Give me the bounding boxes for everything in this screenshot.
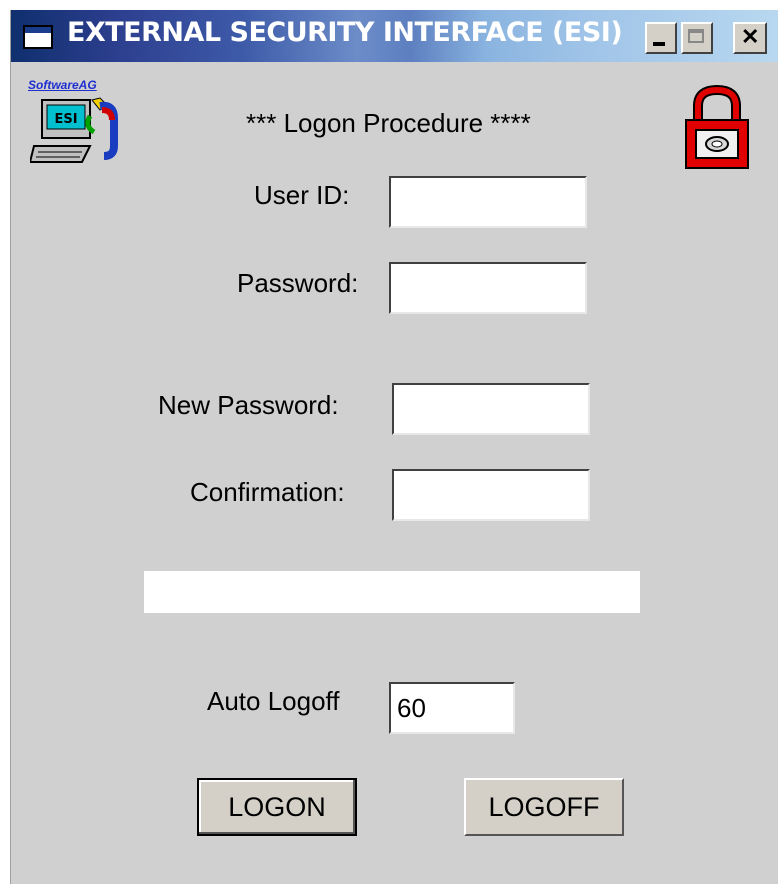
minimize-button[interactable] bbox=[645, 22, 677, 54]
padlock-icon bbox=[685, 84, 749, 169]
auto-logoff-label: Auto Logoff bbox=[207, 686, 340, 716]
esi-icon-label: ESI bbox=[54, 112, 77, 127]
confirmation-input[interactable] bbox=[392, 469, 590, 521]
new-password-label: New Password: bbox=[158, 390, 339, 420]
new-password-input[interactable] bbox=[392, 383, 590, 435]
confirmation-label: Confirmation: bbox=[190, 477, 345, 507]
esi-computer-icon: ESI bbox=[30, 97, 118, 163]
auto-logoff-input[interactable] bbox=[389, 682, 515, 734]
logon-procedure-heading: *** Logon Procedure **** bbox=[246, 108, 531, 138]
user-id-input[interactable] bbox=[389, 176, 587, 228]
password-input[interactable] bbox=[389, 262, 587, 314]
message-bar bbox=[144, 571, 640, 613]
esi-window: EXTERNAL SECURITY INTERFACE (ESI) bbox=[10, 10, 778, 884]
logon-button[interactable]: LOGON bbox=[197, 778, 357, 836]
close-button[interactable] bbox=[733, 22, 767, 54]
title-bar[interactable]: EXTERNAL SECURITY INTERFACE (ESI) bbox=[11, 10, 778, 62]
softwareag-brand: SoftwareAG bbox=[28, 78, 97, 92]
password-label: Password: bbox=[237, 268, 359, 298]
window-icon[interactable] bbox=[23, 25, 53, 49]
user-id-label: User ID: bbox=[254, 180, 350, 210]
window-title: EXTERNAL SECURITY INTERFACE (ESI) bbox=[67, 17, 623, 48]
maximize-button[interactable] bbox=[681, 22, 713, 54]
logoff-button[interactable]: LOGOFF bbox=[464, 778, 624, 836]
